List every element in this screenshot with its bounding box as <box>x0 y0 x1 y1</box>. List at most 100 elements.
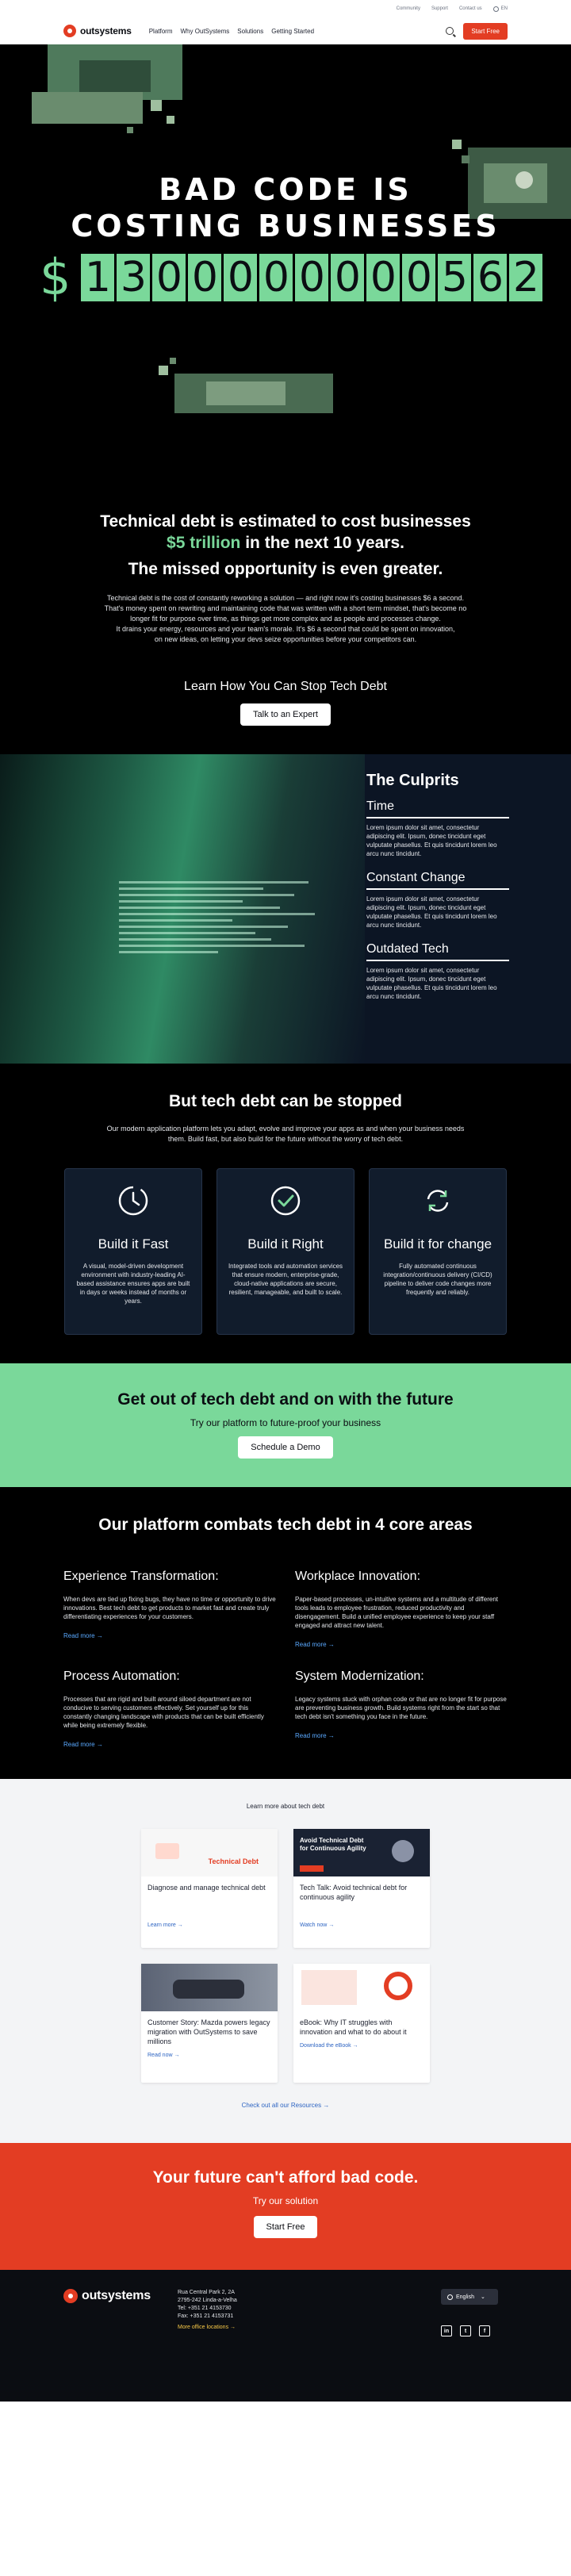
search-icon[interactable] <box>446 27 454 35</box>
resource-body: Diagnose and manage technical debt Learn… <box>141 1876 278 1934</box>
area-text: Paper-based processes, un-intuitive syst… <box>295 1596 498 1629</box>
resource-title: eBook: Why IT struggles with innovation … <box>300 2018 407 2036</box>
area-text: When devs are tied up fixing bugs, they … <box>63 1596 276 1620</box>
hero-title-line-2: COSTING BUSINESSES <box>71 209 500 243</box>
area-experience-transformation: Experience Transformation: When devs are… <box>63 1570 276 1650</box>
future-cta-heading: Get out of tech debt and on with the fut… <box>117 1390 454 1409</box>
counter-digit: 5 <box>438 254 472 301</box>
resource-cta-link[interactable]: Download the eBook → <box>300 2043 423 2049</box>
counter-digit: 0 <box>188 254 222 301</box>
counter-digit: 0 <box>224 254 258 301</box>
resource-body: Tech Talk: Avoid technical debt for cont… <box>293 1876 430 1934</box>
facebook-icon[interactable]: f <box>479 2325 490 2336</box>
counter-digit: 0 <box>152 254 186 301</box>
resource-cta-link[interactable]: Read now → <box>148 2053 271 2058</box>
resource-cta-link[interactable]: Learn more → <box>148 1922 271 1928</box>
counter-digit: 1 <box>81 254 115 301</box>
check-all-resources-link[interactable]: Check out all our Resources → <box>242 2102 330 2109</box>
nav-platform[interactable]: Platform <box>149 28 173 35</box>
resource-card[interactable]: eBook: Why IT struggles with innovation … <box>293 1964 430 2083</box>
code-visual-image <box>0 754 365 1064</box>
stopped-section: But tech debt can be stopped Our modern … <box>0 1064 571 1363</box>
culprits-section: The Culprits Time Lorem ipsum dolor sit … <box>0 754 571 1064</box>
language-switcher[interactable]: EN <box>492 6 508 12</box>
stopped-heading: But tech debt can be stopped <box>168 1092 403 1110</box>
thumb-label: Avoid Technical Debt for Continuous Agil… <box>300 1837 366 1852</box>
nav-getting-started[interactable]: Getting Started <box>271 28 314 35</box>
schedule-demo-button[interactable]: Schedule a Demo <box>238 1436 333 1459</box>
nav-right: Start Free <box>446 22 508 40</box>
area-system-modernization: System Modernization: Legacy systems stu… <box>295 1669 508 1750</box>
resource-card[interactable]: Customer Story: Mazda powers legacy migr… <box>141 1964 278 2083</box>
resource-body: eBook: Why IT struggles with innovation … <box>293 2011 430 2055</box>
address-line: 2795-242 Linda-a-Velha <box>178 2298 237 2303</box>
language-label: EN <box>500 6 508 11</box>
more-offices-label: More office locations <box>178 2325 229 2330</box>
culprit-title: Constant Change <box>366 871 509 890</box>
intro-section: Technical debt is estimated to cost busi… <box>0 417 571 754</box>
utility-bar: Community Support Contact us EN <box>0 0 571 17</box>
talk-to-expert-button[interactable]: Talk to an Expert <box>240 703 331 726</box>
resources-section: Learn more about tech debt Technical Deb… <box>0 1779 571 2143</box>
final-start-free-button[interactable]: Start Free <box>253 2216 318 2238</box>
support-link[interactable]: Support <box>431 6 448 11</box>
counter-digit: 0 <box>331 254 365 301</box>
footer-logo[interactable]: outsystems <box>63 2289 151 2303</box>
counter-digit: 0 <box>259 254 293 301</box>
logo-wordmark: outsystems <box>80 25 132 36</box>
chevron-down-icon: ⌄ <box>480 2294 485 2300</box>
culprit-time: Time Lorem ipsum dolor sit amet, consect… <box>366 799 509 858</box>
resource-card[interactable]: Technical Debt Diagnose and manage techn… <box>141 1829 278 1948</box>
check-circle-icon <box>270 1186 301 1216</box>
resource-cta-label: Download the eBook <box>300 2043 351 2049</box>
resource-cta-link[interactable]: Watch now → <box>300 1922 423 1928</box>
resource-thumbnail: Avoid Technical Debt for Continuous Agil… <box>293 1829 430 1876</box>
money-image-bottom <box>159 358 341 417</box>
arrow-right-icon: → <box>328 1732 335 1739</box>
headline-part-2: in the next 10 years. <box>245 534 404 552</box>
footer-language-select[interactable]: English ⌄ <box>441 2289 498 2305</box>
hero-section: BAD CODE IS COSTING BUSINESSES $ 1 3 0 0… <box>0 44 571 417</box>
social-links: in t f <box>441 2325 490 2336</box>
card-title: Build it for change <box>383 1236 492 1252</box>
read-more-link[interactable]: Read more → <box>295 1732 335 1739</box>
more-offices-link[interactable]: More office locations → <box>178 2324 236 2332</box>
resource-thumbnail <box>141 1964 278 2011</box>
logo-mark-icon <box>63 2289 78 2303</box>
card-build-for-change: Build it for change Fully automated cont… <box>369 1168 507 1335</box>
outsystems-logo[interactable]: outsystems <box>63 25 132 37</box>
culprit-outdated-tech: Outdated Tech Lorem ipsum dolor sit amet… <box>366 942 509 1001</box>
final-cta-heading: Your future can't afford bad code. <box>152 2168 419 2187</box>
nav-why-outsystems[interactable]: Why OutSystems <box>181 28 230 35</box>
counter-digit: 0 <box>366 254 400 301</box>
arrow-right-icon: → <box>96 1741 103 1748</box>
money-image-top-left <box>32 44 190 140</box>
read-more-link[interactable]: Read more → <box>63 1741 103 1748</box>
feature-cards: Build it Fast A visual, model-driven dev… <box>63 1168 508 1335</box>
linkedin-icon[interactable]: in <box>441 2325 452 2336</box>
code-lines <box>119 881 325 957</box>
nav-solutions[interactable]: Solutions <box>237 28 263 35</box>
resource-title: Diagnose and manage technical debt <box>148 1884 266 1892</box>
culprit-title: Outdated Tech <box>366 942 509 961</box>
area-workplace-innovation: Workplace Innovation: Paper-based proces… <box>295 1570 508 1650</box>
address-line: Rua Central Park 2, 2A <box>178 2290 235 2295</box>
start-free-button[interactable]: Start Free <box>463 22 508 40</box>
read-more-link[interactable]: Read more → <box>295 1641 335 1648</box>
area-title: Workplace Innovation: <box>295 1570 421 1583</box>
twitter-icon[interactable]: t <box>460 2325 471 2336</box>
card-text: Fully automated continuous integration/c… <box>383 1263 492 1296</box>
card-build-fast: Build it Fast A visual, model-driven dev… <box>64 1168 202 1335</box>
resources-grid: Technical Debt Diagnose and manage techn… <box>141 1829 430 2083</box>
read-more-link[interactable]: Read more → <box>63 1632 103 1639</box>
resource-card[interactable]: Avoid Technical Debt for Continuous Agil… <box>293 1829 430 1948</box>
community-link[interactable]: Community <box>397 6 420 11</box>
clock-icon <box>118 1186 148 1216</box>
thumb-label: Technical Debt <box>208 1857 259 1865</box>
resource-title: Tech Talk: Avoid technical debt for cont… <box>300 1884 408 1901</box>
card-text: A visual, model-driven development envir… <box>76 1263 190 1305</box>
arrow-right-icon: → <box>96 1632 103 1639</box>
area-process-automation: Process Automation: Processes that are r… <box>63 1669 276 1750</box>
contact-link[interactable]: Contact us <box>459 6 482 11</box>
footer-address: Rua Central Park 2, 2A 2795-242 Linda-a-… <box>178 2289 237 2332</box>
